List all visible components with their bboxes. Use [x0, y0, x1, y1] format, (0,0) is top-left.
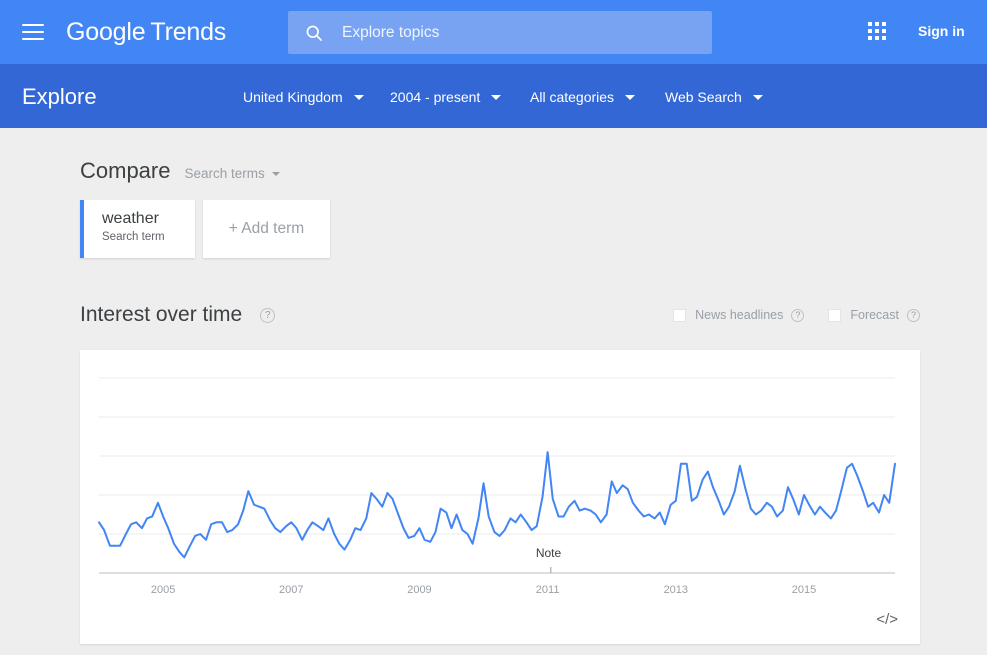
search-type-filter[interactable]: Web Search [665, 89, 763, 105]
compare-type-label: Search terms [184, 166, 265, 181]
news-headlines-toggle[interactable]: News headlines ? [673, 308, 805, 322]
news-headlines-label: News headlines [695, 308, 784, 322]
svg-text:2009: 2009 [407, 584, 431, 596]
geo-filter[interactable]: United Kingdom [243, 89, 364, 105]
geo-filter-label: United Kingdom [243, 89, 343, 105]
category-filter[interactable]: All categories [530, 89, 636, 105]
svg-text:2011: 2011 [536, 584, 560, 596]
sign-in-button[interactable]: Sign in [912, 20, 971, 42]
chevron-down-icon [271, 171, 280, 176]
google-wordmark: Google [66, 17, 146, 46]
forecast-label: Forecast [850, 308, 899, 322]
time-filter[interactable]: 2004 - present [390, 89, 502, 105]
chevron-down-icon [752, 94, 763, 100]
apps-grid-icon[interactable] [868, 22, 888, 42]
top-header-bar: Google Trends Explore topics Sign in [0, 0, 987, 64]
explore-filter-bar: Explore United Kingdom 2004 - present Al… [0, 64, 987, 167]
chart-note-annotation[interactable]: Note [536, 546, 561, 560]
hamburger-menu-icon[interactable] [22, 24, 44, 40]
compare-type-selector[interactable]: Search terms [184, 166, 280, 181]
compare-title: Compare [80, 158, 171, 183]
add-term-button[interactable]: + Add term [203, 200, 330, 258]
chevron-down-icon [353, 94, 364, 100]
search-input[interactable]: Explore topics [288, 11, 712, 54]
page-title: Explore [22, 84, 97, 109]
forecast-toggle[interactable]: Forecast ? [828, 308, 920, 322]
svg-text:2015: 2015 [792, 584, 816, 596]
chevron-down-icon [625, 94, 636, 100]
search-icon [304, 23, 324, 43]
search-placeholder-text: Explore topics [342, 23, 440, 41]
svg-text:2013: 2013 [664, 584, 688, 596]
help-icon[interactable]: ? [260, 307, 276, 323]
section-title: Interest over time [80, 303, 243, 326]
help-icon[interactable]: ? [791, 308, 805, 322]
search-type-filter-label: Web Search [665, 89, 742, 105]
trend-line-chart[interactable]: 2005 2007 2009 2011 2013 2015 [80, 350, 920, 644]
google-trends-logo[interactable]: Google Trends [66, 18, 226, 47]
embed-code-icon[interactable]: </> [876, 611, 898, 628]
interest-over-time-chart-card: 2005 2007 2009 2011 2013 2015 Note </> [80, 350, 920, 644]
main-content: Compare Search terms weather Search term… [0, 128, 987, 655]
help-icon[interactable]: ? [907, 308, 920, 322]
chart-toggles: News headlines ? Forecast ? [649, 308, 920, 322]
category-filter-label: All categories [530, 89, 615, 105]
chevron-down-icon [491, 94, 502, 100]
search-term-card[interactable]: weather Search term [80, 200, 195, 258]
search-term-name: weather [102, 210, 159, 227]
trends-wordmark: Trends [150, 17, 227, 46]
svg-text:2007: 2007 [279, 584, 303, 596]
svg-text:2005: 2005 [151, 584, 175, 596]
search-term-subtitle: Search term [102, 231, 165, 243]
interest-over-time-header: Interest over time ? [80, 303, 276, 327]
compare-header: Compare Search terms [80, 158, 280, 184]
news-headlines-checkbox[interactable] [673, 308, 687, 322]
forecast-checkbox[interactable] [828, 308, 842, 322]
time-filter-label: 2004 - present [390, 89, 481, 105]
